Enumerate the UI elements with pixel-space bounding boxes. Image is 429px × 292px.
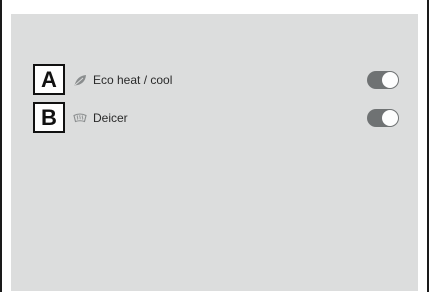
callout-label-a: A	[33, 64, 65, 95]
toggle-knob	[382, 110, 398, 126]
eco-heat-cool-toggle[interactable]	[367, 71, 399, 89]
setting-label-deicer: Deicer	[93, 111, 128, 125]
figure-frame: A Eco heat / cool B Deicer	[0, 0, 429, 292]
deicer-toggle[interactable]	[367, 109, 399, 127]
setting-row-deicer: B Deicer	[11, 102, 418, 136]
leaf-icon	[73, 73, 87, 87]
windshield-deicer-icon	[73, 111, 87, 125]
setting-label-eco-heat-cool: Eco heat / cool	[93, 73, 173, 87]
toggle-knob	[382, 72, 398, 88]
setting-row-eco-heat-cool: A Eco heat / cool	[11, 64, 418, 98]
callout-label-b: B	[33, 102, 65, 133]
climate-settings-screen: A Eco heat / cool B Deicer	[11, 14, 418, 291]
frame-border-left	[0, 0, 2, 292]
